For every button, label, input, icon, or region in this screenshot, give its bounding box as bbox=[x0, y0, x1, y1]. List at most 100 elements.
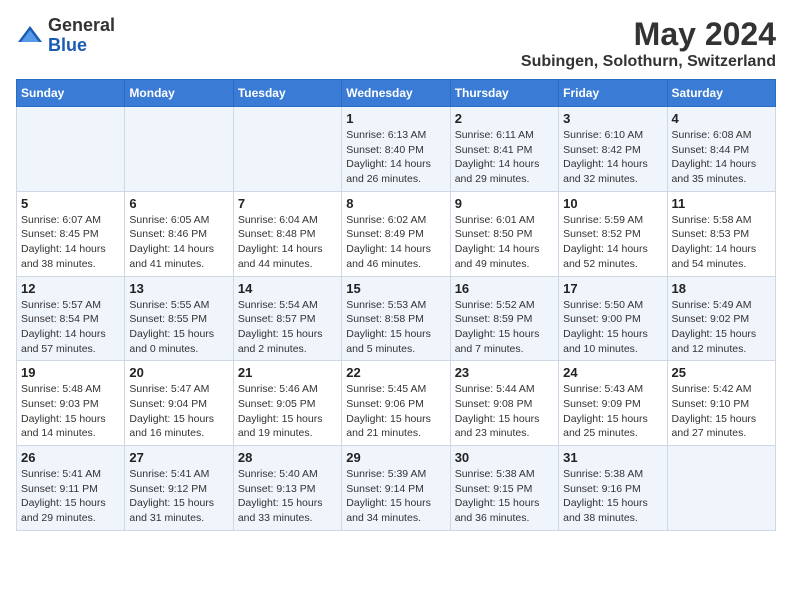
calendar-cell: 17 Sunrise: 5:50 AM Sunset: 9:00 PM Dayli… bbox=[559, 276, 667, 361]
day-info: Sunrise: 6:11 AM Sunset: 8:41 PM Dayligh… bbox=[455, 128, 554, 187]
day-info: Sunrise: 5:50 AM Sunset: 9:00 PM Dayligh… bbox=[563, 298, 662, 357]
day-info: Sunrise: 5:48 AM Sunset: 9:03 PM Dayligh… bbox=[21, 382, 120, 441]
calendar-week-row: 1Sunrise: 6:13 AM Sunset: 8:40 PM Daylig… bbox=[17, 107, 776, 192]
day-number: 24 bbox=[563, 365, 662, 380]
day-info: Sunrise: 5:43 AM Sunset: 9:09 PM Dayligh… bbox=[563, 382, 662, 441]
logo: General Blue bbox=[16, 16, 115, 56]
calendar-cell: 4 Sunrise: 6:08 AM Sunset: 8:44 PM Daylig… bbox=[667, 107, 775, 192]
day-number: 19 bbox=[21, 365, 120, 380]
day-info: Sunrise: 5:47 AM Sunset: 9:04 PM Dayligh… bbox=[129, 382, 228, 441]
day-number: 14 bbox=[238, 281, 337, 296]
calendar-cell: 16 Sunrise: 5:52 AM Sunset: 8:59 PM Dayli… bbox=[450, 276, 558, 361]
day-info: Sunrise: 5:41 AM Sunset: 9:12 PM Dayligh… bbox=[129, 467, 228, 526]
main-title: May 2024 bbox=[521, 16, 776, 53]
calendar-cell: 10 Sunrise: 5:59 AM Sunset: 8:52 PM Dayli… bbox=[559, 191, 667, 276]
subtitle: Subingen, Solothurn, Switzerland bbox=[521, 53, 776, 71]
day-number: 5 bbox=[21, 196, 120, 211]
day-number: 10 bbox=[563, 196, 662, 211]
calendar-week-row: 12 Sunrise: 5:57 AM Sunset: 8:54 PM Dayli… bbox=[17, 276, 776, 361]
title-area: May 2024 Subingen, Solothurn, Switzerlan… bbox=[521, 16, 776, 71]
calendar-cell: 18Sunrise: 5:49 AM Sunset: 9:02 PM Dayli… bbox=[667, 276, 775, 361]
calendar-cell: 2 Sunrise: 6:11 AM Sunset: 8:41 PM Daylig… bbox=[450, 107, 558, 192]
day-info: Sunrise: 5:40 AM Sunset: 9:13 PM Dayligh… bbox=[238, 467, 337, 526]
header-day: Monday bbox=[125, 80, 233, 107]
calendar-cell: 28 Sunrise: 5:40 AM Sunset: 9:13 PM Dayli… bbox=[233, 446, 341, 531]
header-day: Tuesday bbox=[233, 80, 341, 107]
day-number: 27 bbox=[129, 450, 228, 465]
calendar-cell: 26 Sunrise: 5:41 AM Sunset: 9:11 PM Dayli… bbox=[17, 446, 125, 531]
day-info: Sunrise: 5:42 AM Sunset: 9:10 PM Dayligh… bbox=[672, 382, 771, 441]
day-number: 6 bbox=[129, 196, 228, 211]
calendar-cell: 5 Sunrise: 6:07 AM Sunset: 8:45 PM Daylig… bbox=[17, 191, 125, 276]
day-number: 17 bbox=[563, 281, 662, 296]
day-info: Sunrise: 5:57 AM Sunset: 8:54 PM Dayligh… bbox=[21, 298, 120, 357]
calendar-cell bbox=[233, 107, 341, 192]
day-info: Sunrise: 6:10 AM Sunset: 8:42 PM Dayligh… bbox=[563, 128, 662, 187]
day-number: 1 bbox=[346, 111, 445, 126]
calendar-cell: 7Sunrise: 6:04 AM Sunset: 8:48 PM Daylig… bbox=[233, 191, 341, 276]
calendar-header: SundayMondayTuesdayWednesdayThursdayFrid… bbox=[17, 80, 776, 107]
day-info: Sunrise: 5:59 AM Sunset: 8:52 PM Dayligh… bbox=[563, 213, 662, 272]
calendar-cell: 14 Sunrise: 5:54 AM Sunset: 8:57 PM Dayli… bbox=[233, 276, 341, 361]
calendar-cell: 1Sunrise: 6:13 AM Sunset: 8:40 PM Daylig… bbox=[342, 107, 450, 192]
calendar-cell: 9Sunrise: 6:01 AM Sunset: 8:50 PM Daylig… bbox=[450, 191, 558, 276]
header-day: Sunday bbox=[17, 80, 125, 107]
calendar-body: 1Sunrise: 6:13 AM Sunset: 8:40 PM Daylig… bbox=[17, 107, 776, 531]
calendar-cell: 22 Sunrise: 5:45 AM Sunset: 9:06 PM Dayli… bbox=[342, 361, 450, 446]
calendar-cell: 21Sunrise: 5:46 AM Sunset: 9:05 PM Dayli… bbox=[233, 361, 341, 446]
day-number: 13 bbox=[129, 281, 228, 296]
day-info: Sunrise: 6:07 AM Sunset: 8:45 PM Dayligh… bbox=[21, 213, 120, 272]
day-info: Sunrise: 6:02 AM Sunset: 8:49 PM Dayligh… bbox=[346, 213, 445, 272]
header-day: Friday bbox=[559, 80, 667, 107]
header-day: Thursday bbox=[450, 80, 558, 107]
day-number: 2 bbox=[455, 111, 554, 126]
day-number: 20 bbox=[129, 365, 228, 380]
calendar-cell bbox=[667, 446, 775, 531]
day-info: Sunrise: 5:41 AM Sunset: 9:11 PM Dayligh… bbox=[21, 467, 120, 526]
calendar-cell: 19 Sunrise: 5:48 AM Sunset: 9:03 PM Dayli… bbox=[17, 361, 125, 446]
calendar-cell: 6 Sunrise: 6:05 AM Sunset: 8:46 PM Daylig… bbox=[125, 191, 233, 276]
calendar-cell: 13Sunrise: 5:55 AM Sunset: 8:55 PM Dayli… bbox=[125, 276, 233, 361]
day-info: Sunrise: 6:08 AM Sunset: 8:44 PM Dayligh… bbox=[672, 128, 771, 187]
calendar-cell: 11 Sunrise: 5:58 AM Sunset: 8:53 PM Dayli… bbox=[667, 191, 775, 276]
day-info: Sunrise: 5:52 AM Sunset: 8:59 PM Dayligh… bbox=[455, 298, 554, 357]
header: General Blue May 2024 Subingen, Solothur… bbox=[16, 16, 776, 71]
day-info: Sunrise: 5:58 AM Sunset: 8:53 PM Dayligh… bbox=[672, 213, 771, 272]
day-info: Sunrise: 5:49 AM Sunset: 9:02 PM Dayligh… bbox=[672, 298, 771, 357]
day-info: Sunrise: 5:38 AM Sunset: 9:16 PM Dayligh… bbox=[563, 467, 662, 526]
day-info: Sunrise: 6:01 AM Sunset: 8:50 PM Dayligh… bbox=[455, 213, 554, 272]
day-info: Sunrise: 5:45 AM Sunset: 9:06 PM Dayligh… bbox=[346, 382, 445, 441]
day-number: 7 bbox=[238, 196, 337, 211]
calendar-cell: 30Sunrise: 5:38 AM Sunset: 9:15 PM Dayli… bbox=[450, 446, 558, 531]
calendar-cell: 20 Sunrise: 5:47 AM Sunset: 9:04 PM Dayli… bbox=[125, 361, 233, 446]
day-number: 28 bbox=[238, 450, 337, 465]
day-number: 4 bbox=[672, 111, 771, 126]
day-number: 26 bbox=[21, 450, 120, 465]
calendar-cell: 23 Sunrise: 5:44 AM Sunset: 9:08 PM Dayli… bbox=[450, 361, 558, 446]
calendar-cell: 31Sunrise: 5:38 AM Sunset: 9:16 PM Dayli… bbox=[559, 446, 667, 531]
day-number: 16 bbox=[455, 281, 554, 296]
calendar-cell: 24 Sunrise: 5:43 AM Sunset: 9:09 PM Dayli… bbox=[559, 361, 667, 446]
day-number: 22 bbox=[346, 365, 445, 380]
day-info: Sunrise: 5:44 AM Sunset: 9:08 PM Dayligh… bbox=[455, 382, 554, 441]
calendar-cell: 27 Sunrise: 5:41 AM Sunset: 9:12 PM Dayli… bbox=[125, 446, 233, 531]
day-info: Sunrise: 5:54 AM Sunset: 8:57 PM Dayligh… bbox=[238, 298, 337, 357]
header-row: SundayMondayTuesdayWednesdayThursdayFrid… bbox=[17, 80, 776, 107]
header-day: Saturday bbox=[667, 80, 775, 107]
day-number: 12 bbox=[21, 281, 120, 296]
header-day: Wednesday bbox=[342, 80, 450, 107]
day-number: 30 bbox=[455, 450, 554, 465]
calendar-week-row: 26 Sunrise: 5:41 AM Sunset: 9:11 PM Dayli… bbox=[17, 446, 776, 531]
calendar-cell bbox=[125, 107, 233, 192]
calendar-week-row: 5 Sunrise: 6:07 AM Sunset: 8:45 PM Daylig… bbox=[17, 191, 776, 276]
day-number: 3 bbox=[563, 111, 662, 126]
calendar-week-row: 19 Sunrise: 5:48 AM Sunset: 9:03 PM Dayli… bbox=[17, 361, 776, 446]
day-info: Sunrise: 6:05 AM Sunset: 8:46 PM Dayligh… bbox=[129, 213, 228, 272]
day-number: 11 bbox=[672, 196, 771, 211]
calendar-cell: 25Sunrise: 5:42 AM Sunset: 9:10 PM Dayli… bbox=[667, 361, 775, 446]
calendar-cell: 8Sunrise: 6:02 AM Sunset: 8:49 PM Daylig… bbox=[342, 191, 450, 276]
calendar-table: SundayMondayTuesdayWednesdayThursdayFrid… bbox=[16, 79, 776, 531]
calendar-cell: 12 Sunrise: 5:57 AM Sunset: 8:54 PM Dayli… bbox=[17, 276, 125, 361]
day-number: 21 bbox=[238, 365, 337, 380]
day-number: 23 bbox=[455, 365, 554, 380]
